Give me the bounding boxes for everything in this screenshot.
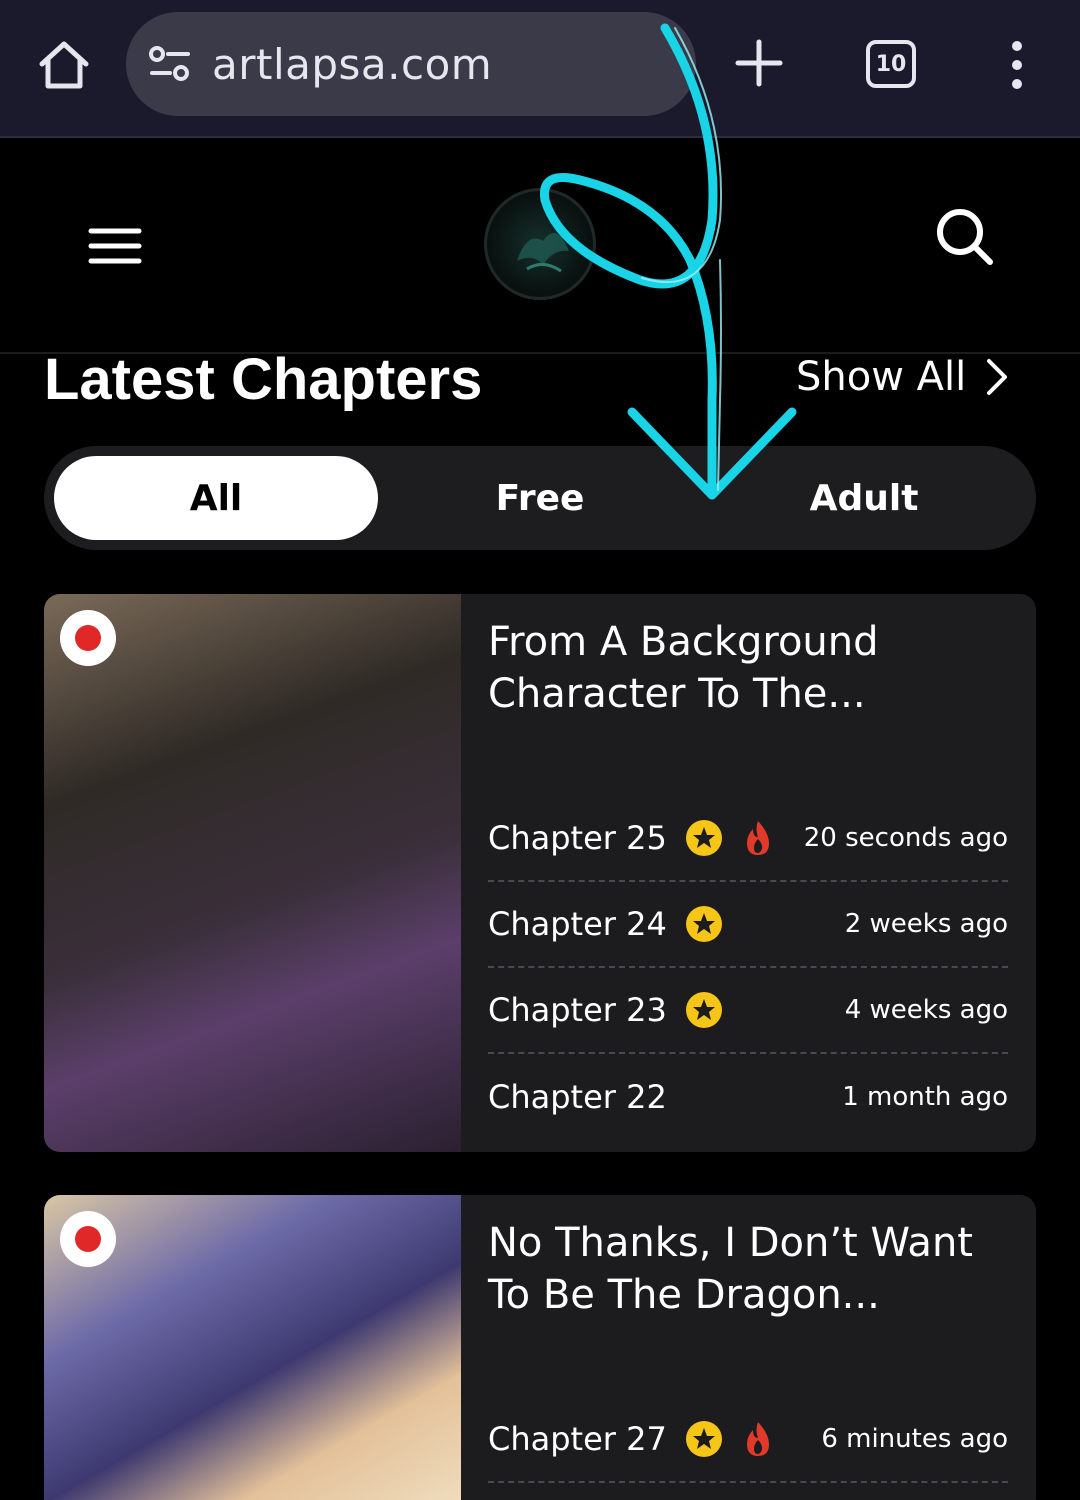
- manga-card[interactable]: From A Background Character To The... Ch…: [44, 594, 1036, 1152]
- more-vert-icon[interactable]: [1004, 40, 1030, 90]
- tab-all[interactable]: All: [54, 456, 378, 540]
- chapter-list: Chapter 25 20 seconds ago Chapter 24 2 w…: [488, 796, 1008, 1140]
- chapter-row[interactable]: Chapter 22 1 month ago: [488, 1054, 1008, 1140]
- home-icon[interactable]: [36, 38, 92, 92]
- fire-icon: [746, 821, 769, 855]
- chapter-list: Chapter 27 6 minutes ago: [488, 1397, 1008, 1483]
- tabs-icon[interactable]: 10: [866, 40, 916, 88]
- tab-free[interactable]: Free: [378, 456, 702, 540]
- cover-image[interactable]: [44, 594, 461, 1152]
- chevron-right-icon: [987, 359, 1008, 395]
- chapter-time: 2 weeks ago: [844, 909, 1008, 939]
- chapter-row[interactable]: Chapter 23 4 weeks ago: [488, 968, 1008, 1054]
- star-icon: [685, 820, 722, 856]
- browser-toolbar: artlapsa.com 10: [0, 0, 1080, 138]
- chapter-time: 4 weeks ago: [844, 995, 1008, 1025]
- address-bar[interactable]: artlapsa.com: [126, 12, 696, 116]
- hamburger-icon[interactable]: [88, 226, 142, 266]
- plus-icon[interactable]: [734, 38, 784, 88]
- cover-image[interactable]: [44, 1195, 461, 1500]
- tab-count: 10: [875, 51, 907, 77]
- star-icon: [685, 992, 722, 1028]
- chapter-time: 1 month ago: [842, 1082, 1008, 1112]
- site-logo[interactable]: [484, 188, 596, 300]
- new-indicator-icon: [60, 610, 116, 666]
- chapter-row[interactable]: Chapter 25 20 seconds ago: [488, 796, 1008, 882]
- tab-adult[interactable]: Adult: [702, 456, 1026, 540]
- chapter-label[interactable]: Chapter 25: [488, 819, 667, 857]
- logo-mark-icon: [517, 233, 569, 273]
- star-icon: [685, 906, 722, 942]
- chapter-time: 20 seconds ago: [803, 823, 1008, 853]
- new-indicator-icon: [60, 1211, 116, 1267]
- fire-icon: [746, 1422, 769, 1456]
- search-icon[interactable]: [934, 206, 996, 268]
- filter-tabs: All Free Adult: [44, 446, 1036, 550]
- show-all-label: Show All: [796, 354, 967, 400]
- manga-title[interactable]: No Thanks, I Don’t Want To Be The Dragon…: [488, 1217, 1008, 1321]
- manga-title[interactable]: From A Background Character To The...: [488, 616, 1008, 720]
- section-title: Latest Chapters: [44, 347, 483, 412]
- chapter-row[interactable]: Chapter 24 2 weeks ago: [488, 882, 1008, 968]
- tune-icon[interactable]: [148, 44, 192, 84]
- star-icon: [685, 1421, 722, 1457]
- chapter-label[interactable]: Chapter 22: [488, 1078, 667, 1116]
- url-text[interactable]: artlapsa.com: [212, 40, 492, 89]
- show-all-link[interactable]: Show All: [796, 354, 1010, 400]
- manga-card[interactable]: No Thanks, I Don’t Want To Be The Dragon…: [44, 1195, 1036, 1500]
- chapter-label[interactable]: Chapter 27: [488, 1420, 667, 1458]
- site-header: [0, 140, 1080, 354]
- chapter-label[interactable]: Chapter 23: [488, 991, 667, 1029]
- chapter-time: 6 minutes ago: [821, 1424, 1008, 1454]
- chapter-row[interactable]: Chapter 27 6 minutes ago: [488, 1397, 1008, 1483]
- chapter-label[interactable]: Chapter 24: [488, 905, 667, 943]
